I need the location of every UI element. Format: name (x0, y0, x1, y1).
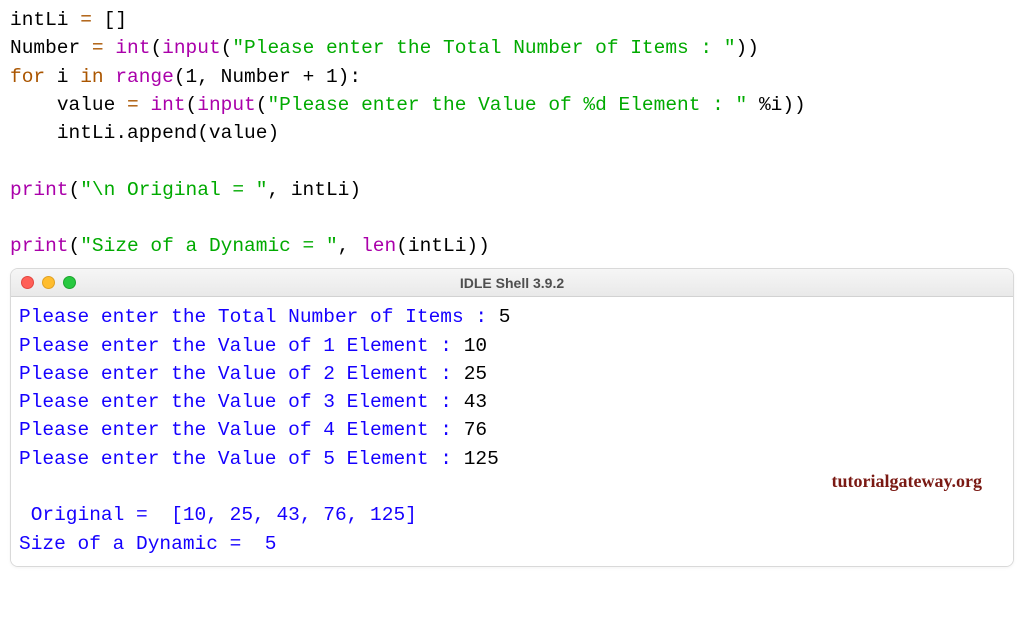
window-controls (21, 276, 76, 289)
idle-shell-window: IDLE Shell 3.9.2 Please enter the Total … (10, 268, 1014, 566)
shell-line: Please enter the Value of 4 Element : 76 (19, 419, 487, 441)
close-icon[interactable] (21, 276, 34, 289)
python-source-code: intLi = [] Number = int(input("Please en… (10, 6, 1014, 260)
shell-line: Please enter the Value of 1 Element : 10 (19, 335, 487, 357)
window-title: IDLE Shell 3.9.2 (11, 273, 1013, 293)
code-line-7: print("\n Original = ", intLi) (10, 179, 361, 201)
code-line-9: print("Size of a Dynamic = ", len(intLi)… (10, 235, 490, 257)
shell-output-line: Size of a Dynamic = 5 (19, 533, 276, 555)
code-line-1: intLi = [] (10, 9, 127, 31)
shell-output: Please enter the Total Number of Items :… (11, 297, 1013, 565)
code-line-5: intLi.append(value) (10, 122, 279, 144)
code-line-4: value = int(input("Please enter the Valu… (10, 94, 806, 116)
code-line-3: for i in range(1, Number + 1): (10, 66, 361, 88)
window-titlebar: IDLE Shell 3.9.2 (11, 269, 1013, 297)
shell-line: Please enter the Value of 2 Element : 25 (19, 363, 487, 385)
shell-line: Please enter the Value of 5 Element : 12… (19, 448, 499, 470)
shell-output-line: Original = [10, 25, 43, 76, 125] (19, 504, 417, 526)
shell-line: Please enter the Value of 3 Element : 43 (19, 391, 487, 413)
code-line-2: Number = int(input("Please enter the Tot… (10, 37, 759, 59)
minimize-icon[interactable] (42, 276, 55, 289)
shell-line: Please enter the Total Number of Items :… (19, 306, 510, 328)
zoom-icon[interactable] (63, 276, 76, 289)
